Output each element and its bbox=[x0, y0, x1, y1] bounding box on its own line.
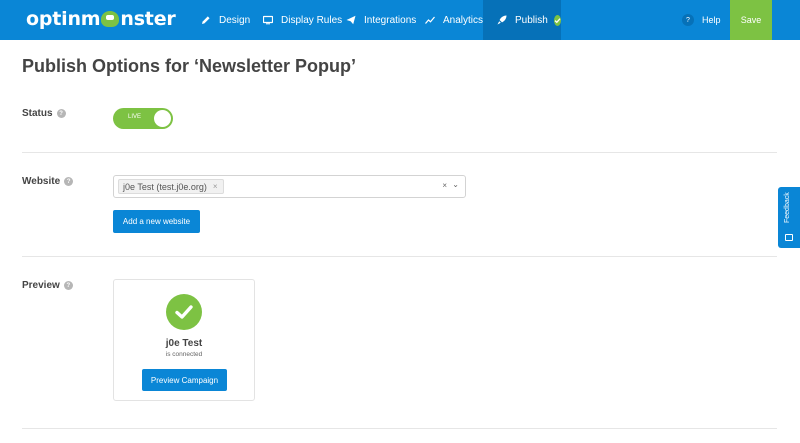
preview-help-icon[interactable]: ? bbox=[63, 281, 73, 290]
toggle-label: LIVE bbox=[128, 114, 142, 120]
remove-chip-icon[interactable]: × bbox=[213, 182, 218, 191]
nav-design[interactable]: Design bbox=[201, 0, 250, 40]
help-label: Help bbox=[702, 15, 721, 25]
page-title: Publish Options for ‘Newsletter Popup’ bbox=[22, 56, 357, 76]
clear-selection-icon[interactable]: × bbox=[442, 181, 447, 190]
logo-text-start: optinm bbox=[26, 8, 101, 30]
section-divider bbox=[22, 152, 777, 153]
website-label-row: Website ? bbox=[22, 176, 74, 187]
help-icon: ? bbox=[682, 14, 694, 26]
nav-display-rules[interactable]: Display Rules bbox=[263, 0, 342, 40]
help-link[interactable]: ? Help bbox=[682, 0, 721, 40]
feedback-icon bbox=[785, 234, 793, 241]
nav-analytics-label: Analytics bbox=[443, 14, 484, 26]
status-help-icon[interactable]: ? bbox=[56, 109, 66, 118]
preview-site-card: j0e Test is connected Preview Campaign bbox=[113, 279, 255, 401]
status-label: Status bbox=[22, 108, 53, 119]
selected-website-label: j0e Test (test.j0e.org) bbox=[123, 181, 207, 192]
nav-design-label: Design bbox=[219, 14, 251, 26]
section-divider bbox=[22, 428, 777, 429]
site-name: j0e Test bbox=[165, 338, 203, 349]
add-new-website-button[interactable]: Add a new website bbox=[113, 210, 200, 233]
preview-label: Preview bbox=[22, 280, 60, 291]
site-connection-status: is connected bbox=[165, 351, 203, 358]
feedback-tab[interactable]: Feedback bbox=[778, 187, 800, 248]
rocket-icon bbox=[497, 15, 507, 25]
nav-integrations[interactable]: Integrations bbox=[346, 0, 416, 40]
section-divider bbox=[22, 256, 777, 257]
top-navigation-bar: optinm nster Design Display Rules Integra… bbox=[0, 0, 800, 40]
status-live-toggle[interactable]: LIVE bbox=[113, 108, 173, 129]
logo-text-end: nster bbox=[120, 8, 176, 30]
nav-publish-label: Publish bbox=[515, 14, 548, 26]
save-button[interactable]: Save bbox=[730, 0, 772, 40]
paper-plane-icon bbox=[346, 15, 356, 25]
toggle-knob bbox=[154, 110, 171, 127]
line-chart-icon bbox=[425, 15, 435, 25]
website-select[interactable]: j0e Test (test.j0e.org) × × ⌄ bbox=[113, 175, 466, 198]
chevron-down-icon[interactable]: ⌄ bbox=[452, 180, 459, 189]
preview-campaign-button[interactable]: Preview Campaign bbox=[142, 369, 227, 391]
nav-integrations-label: Integrations bbox=[364, 14, 417, 26]
optinmonster-logo[interactable]: optinm nster bbox=[26, 8, 176, 30]
monster-mascot-icon bbox=[101, 11, 120, 27]
feedback-label: Feedback bbox=[784, 192, 791, 223]
nav-analytics[interactable]: Analytics bbox=[425, 0, 483, 40]
status-label-row: Status ? bbox=[22, 108, 66, 119]
website-label: Website bbox=[22, 176, 61, 187]
selected-website-chip: j0e Test (test.j0e.org) × bbox=[118, 179, 224, 194]
monitor-icon bbox=[263, 15, 273, 25]
pencil-icon bbox=[201, 15, 211, 25]
connected-check-icon bbox=[166, 294, 202, 330]
preview-label-row: Preview ? bbox=[22, 280, 73, 291]
nav-publish[interactable]: Publish bbox=[483, 0, 561, 40]
website-help-icon[interactable]: ? bbox=[64, 177, 74, 186]
nav-display-rules-label: Display Rules bbox=[281, 14, 343, 26]
publish-check-icon bbox=[553, 14, 561, 26]
